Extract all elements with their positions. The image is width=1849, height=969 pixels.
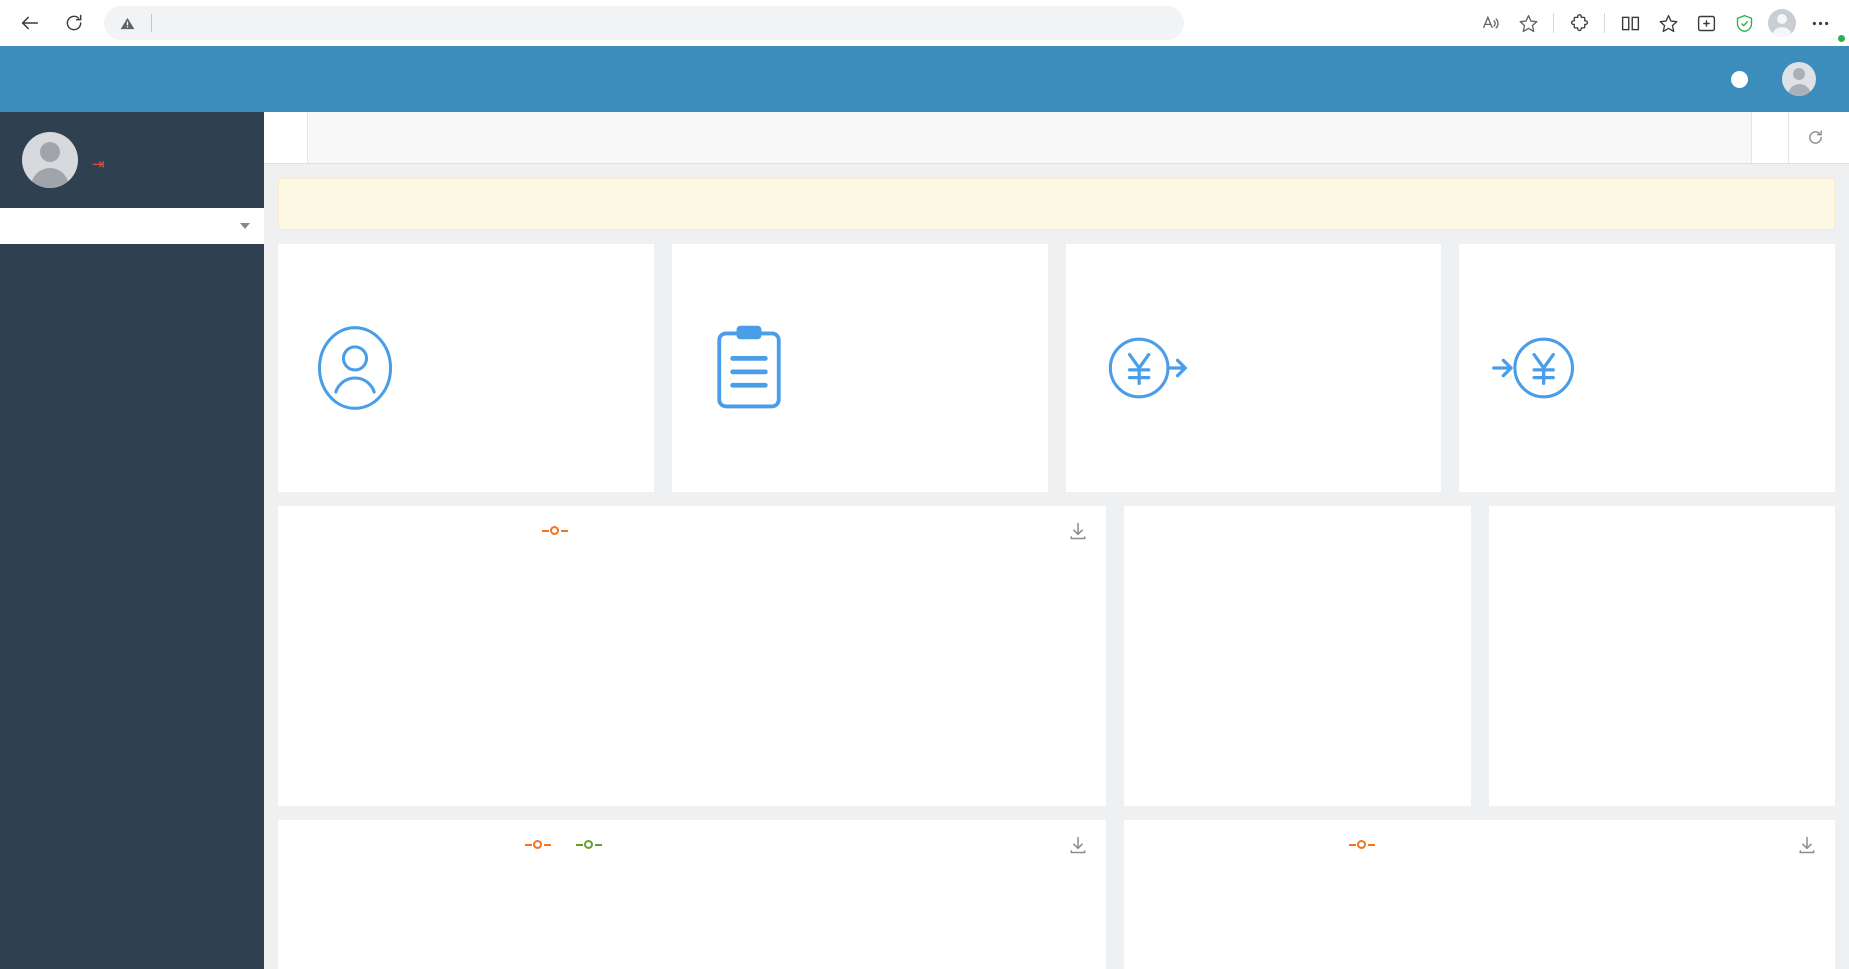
legend-marker-icon	[576, 839, 603, 851]
more-icon[interactable]	[1803, 6, 1837, 40]
growth-users-line-chart	[278, 542, 1106, 792]
back-button[interactable]	[12, 5, 48, 41]
legend-item-recharge[interactable]	[525, 839, 558, 851]
download-icon[interactable]	[1068, 834, 1088, 856]
panel-recharge-consume	[278, 820, 1106, 969]
stat-cards	[278, 244, 1835, 492]
chart-legend	[542, 525, 575, 537]
address-bar[interactable]	[104, 6, 1184, 40]
download-icon[interactable]	[1797, 834, 1817, 856]
panel-header	[278, 506, 1106, 542]
stat-card-today-consumption	[1065, 244, 1442, 492]
panel-header	[1124, 506, 1471, 520]
panel-device-total	[1124, 506, 1471, 806]
legend-marker-icon	[1349, 839, 1376, 851]
tab-bar-actions	[1751, 112, 1849, 163]
sidebar-profile: ⇥	[0, 112, 264, 202]
stat-card-today-users	[278, 244, 654, 492]
app-root: ⇥	[0, 46, 1849, 969]
read-aloud-icon[interactable]	[1473, 6, 1507, 40]
top-header	[264, 46, 1849, 112]
add-favorite-icon[interactable]	[1689, 6, 1723, 40]
not-secure-icon	[120, 17, 135, 29]
collections-icon[interactable]	[1651, 6, 1685, 40]
profile-icon[interactable]	[1765, 6, 1846, 43]
header-user[interactable]	[1782, 62, 1827, 96]
app-brand[interactable]	[0, 46, 264, 112]
clipboard-icon	[694, 320, 804, 416]
panel-growth-users	[278, 506, 1106, 806]
logout-icon: ⇥	[92, 155, 105, 173]
sidebar: ⇥	[0, 46, 264, 969]
tab-bar	[264, 112, 1849, 164]
yuan-out-icon	[1088, 320, 1198, 416]
org-select[interactable]	[0, 208, 264, 244]
chart-legend	[1349, 839, 1382, 851]
user-circle-icon	[300, 320, 410, 416]
avatar	[1782, 62, 1816, 96]
scroll-tabs-left-button[interactable]	[264, 112, 308, 163]
charts-row-1	[278, 506, 1835, 806]
panel-orders	[1124, 820, 1835, 969]
legend-item[interactable]	[542, 525, 575, 537]
info-icon	[1731, 70, 1748, 88]
main-content	[264, 164, 1849, 969]
tab-list	[308, 112, 1751, 163]
header-actions	[1731, 62, 1827, 96]
scroll-tabs-right-button[interactable]	[1751, 112, 1788, 163]
legend-item-consume[interactable]	[576, 839, 609, 851]
split-screen-icon[interactable]	[1613, 6, 1647, 40]
recharge-consume-line-chart	[278, 856, 1106, 969]
legend-marker-icon	[542, 525, 569, 537]
reload-button[interactable]	[56, 5, 92, 41]
toolbar-divider-2	[1604, 13, 1605, 33]
extensions-icon[interactable]	[1562, 6, 1596, 40]
shield-icon[interactable]	[1727, 6, 1761, 40]
browser-actions	[1473, 6, 1846, 43]
panel-header	[1124, 820, 1835, 856]
chevron-down-icon	[240, 223, 250, 229]
online-status-dot	[1837, 34, 1846, 43]
toolbar-divider	[1553, 13, 1554, 33]
refresh-button[interactable]	[1788, 112, 1849, 163]
omnibox-divider	[151, 14, 152, 32]
download-icon[interactable]	[1068, 520, 1088, 542]
panel-community-total	[1488, 506, 1836, 806]
legend-marker-icon	[525, 839, 552, 851]
stat-card-today-orders	[671, 244, 1048, 492]
community-total-pie-chart	[1489, 520, 1836, 760]
notice-banner	[278, 178, 1835, 230]
panel-header	[1489, 506, 1836, 520]
browser-toolbar	[0, 0, 1849, 46]
refresh-icon	[1809, 130, 1822, 144]
panel-header	[278, 820, 1106, 856]
logout-button[interactable]: ⇥	[92, 155, 110, 173]
charts-row-2	[278, 820, 1835, 969]
favorite-icon[interactable]	[1511, 6, 1545, 40]
chart-legend	[525, 839, 609, 851]
stat-card-today-recharge	[1459, 244, 1835, 492]
yuan-in-icon	[1481, 320, 1591, 416]
avatar	[22, 132, 78, 188]
legend-item[interactable]	[1349, 839, 1382, 851]
device-total-pie-chart	[1124, 520, 1471, 760]
orders-line-chart	[1124, 856, 1835, 969]
update-log-button[interactable]	[1731, 70, 1756, 88]
avatar	[1768, 9, 1796, 37]
